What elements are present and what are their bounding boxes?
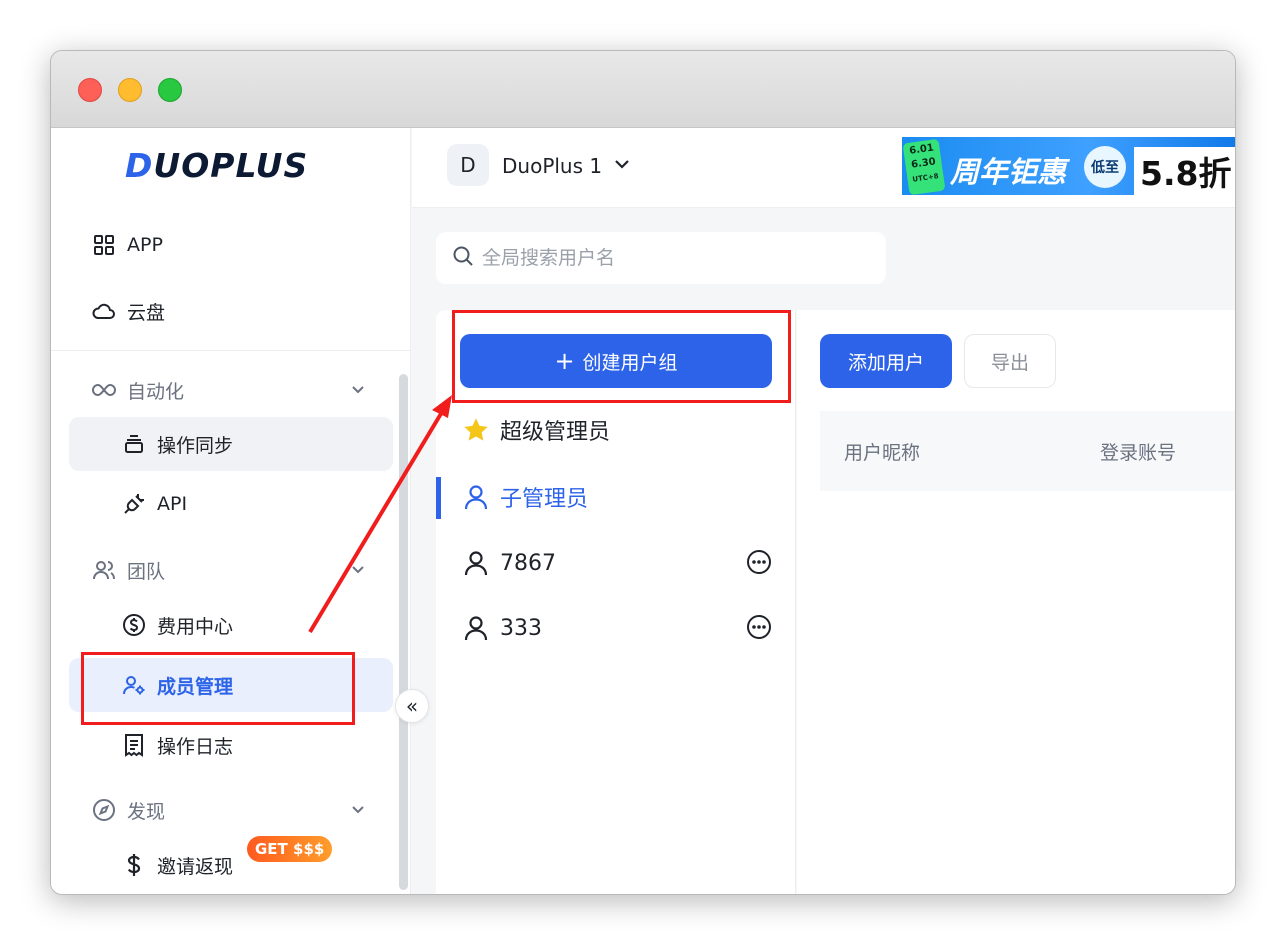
infinity-icon bbox=[91, 377, 117, 403]
export-button[interactable]: 导出 bbox=[964, 334, 1056, 388]
team-icon bbox=[91, 557, 117, 583]
sidebar-item-label: 费用中心 bbox=[157, 615, 234, 638]
more-options-icon[interactable] bbox=[746, 549, 772, 581]
annotation-box-member-management bbox=[81, 652, 355, 725]
more-options-icon[interactable] bbox=[746, 614, 772, 646]
group-item-sub-admin[interactable]: 子管理员 bbox=[436, 469, 796, 525]
sidebar-item-invite-cashback[interactable]: 邀请返现 bbox=[69, 838, 393, 892]
sidebar-group-discover[interactable]: 发现 bbox=[69, 783, 393, 837]
group-label: 超级管理员 bbox=[500, 420, 611, 445]
close-window-button[interactable] bbox=[78, 78, 102, 102]
sidebar-group-team[interactable]: 团队 bbox=[69, 543, 393, 597]
sidebar-item-operation-sync[interactable]: 操作同步 bbox=[69, 417, 393, 471]
group-item-super-admin[interactable]: 超级管理员 bbox=[436, 402, 796, 458]
maximize-window-button[interactable] bbox=[158, 78, 182, 102]
sidebar-group-automation[interactable]: 自动化 bbox=[69, 363, 393, 417]
sidebar-item-label: API bbox=[157, 493, 188, 515]
group-item-7867[interactable]: 7867 bbox=[436, 535, 796, 591]
collapse-sidebar-button[interactable]: « bbox=[395, 689, 429, 723]
anniversary-promo-banner[interactable]: 6.01 6.30 UTC+8 周年钜惠 低至 5.8折 bbox=[902, 137, 1235, 195]
chevron-down-icon bbox=[349, 380, 367, 403]
workspace-avatar[interactable]: D bbox=[447, 144, 489, 186]
group-label: 333 bbox=[500, 615, 542, 641]
duoplus-logo[interactable]: DUOPLUS bbox=[125, 146, 308, 185]
star-icon bbox=[462, 416, 490, 444]
user-icon bbox=[462, 550, 490, 576]
sidebar-item-label: APP bbox=[127, 234, 163, 256]
promo-low-label: 低至 bbox=[1084, 146, 1126, 188]
dollar-circle-icon bbox=[121, 612, 147, 638]
user-list-panel: 添加用户 导出 用户昵称 登录账号 bbox=[797, 310, 1235, 894]
annotation-box-create-group bbox=[452, 310, 791, 403]
sidebar-group-label: 自动化 bbox=[127, 380, 185, 403]
sidebar-divider bbox=[51, 350, 411, 351]
search-input[interactable] bbox=[482, 247, 862, 269]
sidebar-item-label: 云盘 bbox=[127, 301, 166, 324]
cloud-icon bbox=[91, 298, 117, 324]
column-header-login-account: 登录账号 bbox=[1100, 441, 1177, 464]
grid-icon bbox=[91, 232, 117, 258]
user-icon bbox=[462, 484, 490, 510]
user-icon bbox=[462, 615, 490, 641]
selected-indicator bbox=[436, 477, 441, 519]
sidebar-group-label: 团队 bbox=[127, 560, 166, 583]
group-item-333[interactable]: 333 bbox=[436, 600, 796, 656]
group-label: 7867 bbox=[500, 550, 556, 576]
plug-icon bbox=[121, 491, 147, 517]
minimize-window-button[interactable] bbox=[118, 78, 142, 102]
log-icon bbox=[121, 732, 147, 758]
promo-title: 周年钜惠 bbox=[950, 155, 1067, 189]
sidebar-item-billing[interactable]: 费用中心 bbox=[69, 598, 393, 652]
promo-discount-text: 5.8折 bbox=[1134, 147, 1235, 195]
chevron-down-icon bbox=[349, 560, 367, 583]
sidebar-item-operation-log[interactable]: 操作日志 bbox=[69, 718, 393, 772]
logo-letter: D bbox=[125, 146, 154, 185]
workspace-name[interactable]: DuoPlus 1 bbox=[502, 154, 602, 178]
sidebar-item-api[interactable]: API bbox=[69, 477, 393, 531]
global-search[interactable] bbox=[436, 232, 886, 284]
sidebar-item-label: 操作日志 bbox=[157, 735, 234, 758]
sidebar-item-label: 操作同步 bbox=[157, 434, 234, 457]
search-icon bbox=[452, 245, 474, 271]
title-bar bbox=[51, 51, 1235, 128]
sync-stack-icon bbox=[121, 431, 147, 457]
top-header: D DuoPlus 1 6.01 6.30 UTC+8 周年钜惠 低至 5.8折 bbox=[412, 128, 1235, 208]
chevron-down-icon[interactable] bbox=[612, 154, 632, 178]
add-user-button[interactable]: 添加用户 bbox=[820, 334, 952, 388]
app-window: DUOPLUS APP 云盘 自动化 操作同步 API 团队 费用中心 成员管理… bbox=[50, 50, 1236, 895]
logo-text: UOPLUS bbox=[153, 146, 309, 185]
sidebar-group-label: 发现 bbox=[127, 800, 166, 823]
table-header: 用户昵称 登录账号 bbox=[820, 411, 1235, 491]
dollar-icon bbox=[121, 852, 147, 878]
column-header-nickname: 用户昵称 bbox=[844, 441, 921, 464]
sidebar: DUOPLUS APP 云盘 自动化 操作同步 API 团队 费用中心 成员管理… bbox=[51, 128, 429, 894]
chevron-down-icon bbox=[349, 800, 367, 823]
sidebar-item-cloud[interactable]: 云盘 bbox=[69, 284, 393, 338]
promo-discount: 5.8折 bbox=[1134, 147, 1235, 195]
sidebar-scrollbar[interactable] bbox=[399, 374, 408, 890]
get-cash-badge: GET $$$ bbox=[247, 836, 333, 862]
group-label: 子管理员 bbox=[500, 487, 589, 512]
compass-icon bbox=[91, 797, 117, 823]
promo-date-tag: 6.01 6.30 UTC+8 bbox=[902, 138, 946, 195]
sidebar-item-label: 邀请返现 bbox=[157, 855, 234, 878]
sidebar-item-app[interactable]: APP bbox=[69, 218, 393, 272]
